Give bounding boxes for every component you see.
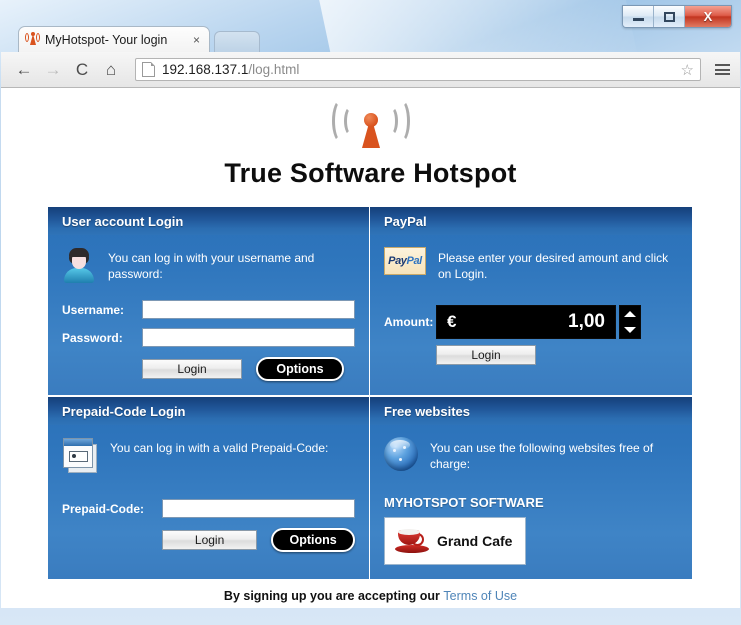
page-content: True Software Hotspot User account Login… <box>1 88 740 608</box>
url-text: 192.168.137.1/log.html <box>162 62 299 77</box>
reload-icon[interactable]: C <box>69 57 95 83</box>
paypal-logo-icon: PayPal <box>384 247 426 275</box>
panel-header-prepaid: Prepaid-Code Login <box>48 397 369 425</box>
prepaid-buttons: Login Options <box>62 528 355 552</box>
panel-body-paypal: PayPal Please enter your desired amount … <box>370 235 692 379</box>
close-icon: X <box>703 9 713 24</box>
amount-label: Amount: <box>384 315 434 329</box>
tab-strip: MyHotspot- Your login × <box>0 26 741 53</box>
password-label: Password: <box>62 330 123 345</box>
paypal-login-button[interactable]: Login <box>436 345 536 365</box>
prepaid-options-button[interactable]: Options <box>271 528 355 552</box>
paypal-logo-pay: Pay <box>388 255 407 267</box>
panel-paypal: PayPal PayPal Please enter your desired … <box>370 207 692 397</box>
panel-header-user-login: User account Login <box>48 207 369 235</box>
prepaid-code-row: Prepaid-Code: <box>62 499 355 518</box>
panel-title: User account Login <box>62 213 184 229</box>
free-website-name: Grand Cafe <box>437 533 513 549</box>
amount-input[interactable]: € 1,00 <box>436 305 616 339</box>
currency-symbol: € <box>447 312 457 331</box>
panel-header-paypal: PayPal <box>370 207 692 235</box>
paypal-buttons: Login <box>384 345 678 365</box>
panel-body-user-login: You can log in with your username and pa… <box>48 235 369 395</box>
user-login-options-button[interactable]: Options <box>256 357 344 381</box>
terms-of-use-link[interactable]: Terms of Use <box>443 589 517 603</box>
username-label: Username: <box>62 302 125 317</box>
close-button[interactable]: X <box>685 6 731 27</box>
footer: By signing up you are accepting our Term… <box>1 579 740 603</box>
stepper-up-icon[interactable] <box>624 311 636 317</box>
tab-myhotspot[interactable]: MyHotspot- Your login × <box>18 26 210 52</box>
free-websites-intro-row: You can use the following websites free … <box>384 437 678 481</box>
user-login-intro-text: You can log in with your username and pa… <box>108 251 315 282</box>
prepaid-login-button[interactable]: Login <box>162 530 258 550</box>
browser-window: X MyHotspot- Your login × ← → C ⌂ 192.16… <box>0 0 741 625</box>
panel-free-websites: Free websites You can use the following … <box>370 397 692 579</box>
maximize-icon <box>663 11 675 22</box>
user-login-buttons: Login Options <box>62 357 355 381</box>
tab-close-icon[interactable]: × <box>190 34 203 46</box>
user-login-intro-row: You can log in with your username and pa… <box>62 247 355 291</box>
antenna-favicon-icon <box>25 32 40 47</box>
minimize-button[interactable] <box>623 6 654 27</box>
prepaid-intro-text: You can log in with a valid Prepaid-Code… <box>110 441 329 455</box>
url-path: /log.html <box>248 62 300 77</box>
panel-title: PayPal <box>384 213 427 229</box>
panel-title: Prepaid-Code Login <box>62 403 186 419</box>
maximize-button[interactable] <box>654 6 685 27</box>
panel-user-account-login: User account Login You can log in with y… <box>48 207 370 397</box>
prepaid-intro-row: You can log in with a valid Prepaid-Code… <box>62 437 355 481</box>
prepaid-card-icon <box>62 437 98 473</box>
paypal-intro-row: PayPal Please enter your desired amount … <box>384 247 678 291</box>
password-input[interactable] <box>142 328 355 347</box>
stepper-down-icon[interactable] <box>624 327 636 333</box>
panel-body-free-websites: You can use the following websites free … <box>370 425 692 579</box>
minimize-icon <box>632 18 644 21</box>
back-icon[interactable]: ← <box>11 57 37 83</box>
free-websites-section-title: MYHOTSPOT SOFTWARE <box>384 495 544 510</box>
menu-icon[interactable] <box>715 64 730 75</box>
paypal-logo-pal: Pal <box>406 255 423 267</box>
panel-body-prepaid: You can log in with a valid Prepaid-Code… <box>48 425 369 566</box>
new-tab-button[interactable] <box>214 31 260 53</box>
user-login-button[interactable]: Login <box>142 359 242 379</box>
paypal-intro-text: Please enter your desired amount and cli… <box>438 251 669 282</box>
username-input[interactable] <box>142 300 355 319</box>
login-panels-grid: User account Login You can log in with y… <box>48 207 693 579</box>
bookmark-star-icon[interactable]: ☆ <box>681 61 694 79</box>
panel-title: Free websites <box>384 403 470 419</box>
panel-prepaid-code-login: Prepaid-Code Login You can log in with a… <box>48 397 370 579</box>
home-icon[interactable]: ⌂ <box>98 57 124 83</box>
page-info-icon <box>142 62 155 77</box>
free-websites-intro-text: You can use the following websites free … <box>430 441 654 472</box>
page-title: True Software Hotspot <box>224 158 517 188</box>
panel-row-top: User account Login You can log in with y… <box>48 207 693 397</box>
forward-icon[interactable]: → <box>40 57 66 83</box>
password-row: Password: <box>62 328 355 347</box>
tab-title: MyHotspot- Your login <box>45 32 168 47</box>
amount-value: 1,00 <box>568 311 605 332</box>
globe-network-icon <box>384 437 418 471</box>
brand-header: True Software Hotspot <box>1 88 740 189</box>
username-row: Username: <box>62 300 355 319</box>
amount-stepper[interactable] <box>619 305 641 339</box>
window-controls: X <box>622 5 732 28</box>
prepaid-code-input[interactable] <box>162 499 355 518</box>
amount-row: Amount: € 1,00 <box>384 305 678 339</box>
free-website-grand-cafe[interactable]: Grand Cafe <box>384 517 526 565</box>
hotspot-antenna-icon <box>328 96 414 152</box>
address-bar[interactable]: 192.168.137.1/log.html ☆ <box>135 58 701 81</box>
browser-toolbar: ← → C ⌂ 192.168.137.1/log.html ☆ <box>1 52 740 88</box>
user-avatar-icon <box>62 247 96 283</box>
url-host: 192.168.137.1 <box>162 62 249 77</box>
prepaid-code-label: Prepaid-Code: <box>62 501 145 516</box>
footer-text: By signing up you are accepting our <box>223 589 440 603</box>
panel-row-bottom: Prepaid-Code Login You can log in with a… <box>48 397 693 579</box>
panel-header-free-websites: Free websites <box>370 397 692 425</box>
coffee-cup-icon <box>395 529 429 553</box>
